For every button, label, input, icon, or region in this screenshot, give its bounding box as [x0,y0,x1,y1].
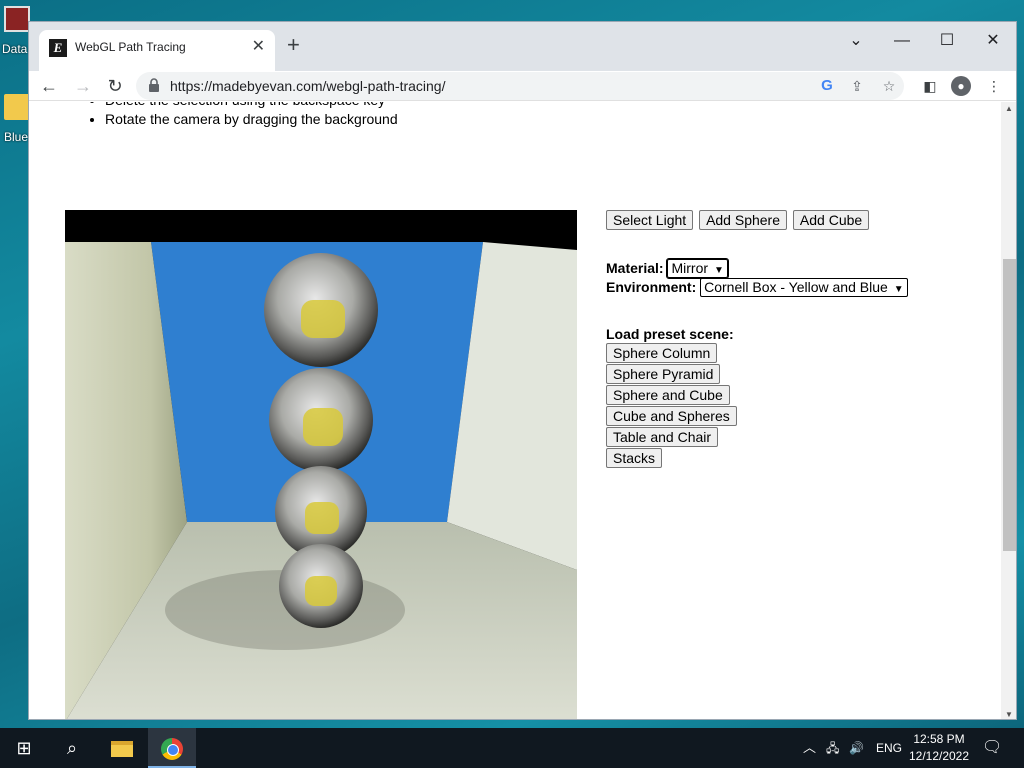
share-icon[interactable]: ⇪ [848,77,866,95]
material-label: Material: [606,260,664,276]
scrollbar-thumb[interactable] [1003,259,1016,551]
windows-start-icon[interactable]: ⊞ [0,728,48,768]
vertical-scrollbar[interactable]: ▲ ▼ [1001,102,1016,719]
list-item: Rotate the camera by dragging the backgr… [105,110,398,129]
clock-date: 12/12/2022 [908,749,970,763]
browser-toolbar: ← → ↻ https://madebyevan.com/webgl-path-… [29,71,1016,101]
address-bar[interactable]: https://madebyevan.com/webgl-path-tracin… [136,72,904,100]
preset-label: Load preset scene: [606,326,734,342]
back-button[interactable]: ← [37,74,61,98]
data-app-icon [4,6,30,32]
network-icon[interactable]: 🖧 [826,728,839,768]
material-row: Material: Mirror ▼ [606,258,986,279]
add-cube-button[interactable]: Add Cube [792,210,870,230]
add-sphere-button[interactable]: Add Sphere [699,210,788,230]
clock-time: 12:58 PM [913,732,965,746]
google-translate-icon[interactable]: G [818,77,836,95]
kebab-menu-icon[interactable]: ⋮ [984,76,1004,96]
controls-panel: Select Light Add Sphere Add Cube Materia… [606,210,986,468]
browser-tab[interactable]: E WebGL Path Tracing ✕ [39,30,275,71]
system-clock[interactable]: 12:58 PM 12/12/2022 [908,731,970,765]
environment-select[interactable]: Cornell Box - Yellow and Blue ▼ [700,278,908,297]
browser-window: E WebGL Path Tracing ✕ + ⌄ — ☐ ✕ ← → ↻ h… [28,21,1017,720]
material-select[interactable]: Mirror ▼ [666,258,729,279]
tab-title: WebGL Path Tracing [75,40,186,54]
material-value: Mirror [671,260,709,276]
chevron-down-icon: ▼ [893,284,904,295]
file-explorer-icon[interactable] [98,728,146,768]
profile-avatar-icon[interactable]: ● [951,76,971,96]
preset-stacks-button[interactable]: Stacks [606,448,663,468]
tab-close-icon[interactable]: ✕ [252,38,265,56]
maximize-button[interactable]: ☐ [932,28,962,54]
scene-toolbar: Select Light Add Sphere Add Cube [606,210,986,230]
new-tab-button[interactable]: + [287,34,300,56]
path-traced-scene [65,210,577,719]
instructions-list: Delete the selection using the backspace… [87,102,398,129]
show-hidden-icons-chevron-icon[interactable]: ︿ [803,728,816,768]
preset-table-and-chair-button[interactable]: Table and Chair [606,427,719,447]
list-item: Delete the selection using the backspace… [105,102,398,110]
preset-sphere-column-button[interactable]: Sphere Column [606,343,718,363]
forward-button[interactable]: → [71,74,95,98]
chevron-down-icon: ▼ [714,265,724,276]
reload-button[interactable]: ↻ [103,74,127,98]
bookmark-star-icon[interactable]: ☆ [880,77,898,95]
volume-icon[interactable]: 🔊 [849,728,864,768]
render-canvas[interactable] [65,210,577,719]
notifications-icon[interactable]: 🗨 [982,728,1002,768]
language-indicator[interactable]: ENG [876,728,902,768]
title-bar: E WebGL Path Tracing ✕ + ⌄ — ☐ ✕ [29,22,1016,71]
tab-search-chevron-icon[interactable]: ⌄ [841,28,871,54]
environment-row: Environment: Cornell Box - Yellow and Bl… [606,278,986,297]
preset-cube-and-spheres-button[interactable]: Cube and Spheres [606,406,737,426]
environment-label: Environment: [606,279,697,295]
close-window-button[interactable]: ✕ [978,28,1008,54]
desktop-icon-label: Blue [4,130,29,144]
chrome-taskbar-icon[interactable] [148,728,196,768]
preset-sphere-pyramid-button[interactable]: Sphere Pyramid [606,364,721,384]
select-light-button[interactable]: Select Light [606,210,694,230]
url-text[interactable]: https://madebyevan.com/webgl-path-tracin… [170,78,445,94]
site-favicon-icon: E [49,39,67,57]
page-content: Delete the selection using the backspace… [29,102,1001,719]
environment-value: Cornell Box - Yellow and Blue [704,279,888,295]
side-panel-icon[interactable]: ◧ [920,76,940,96]
taskbar: ⊞ ⌕ ︿ 🖧 🔊 ENG 12:58 PM 12/12/2022 🗨 [0,728,1024,768]
search-icon[interactable]: ⌕ [48,728,96,768]
folder-icon [4,94,30,120]
preset-sphere-and-cube-button[interactable]: Sphere and Cube [606,385,730,405]
preset-list: Sphere Column Sphere Pyramid Sphere and … [606,343,986,468]
desktop-icon-label: Data [2,42,28,56]
lock-icon [149,78,159,92]
minimize-button[interactable]: — [887,28,917,54]
scroll-up-arrow-icon[interactable]: ▲ [1005,104,1013,113]
scroll-down-arrow-icon[interactable]: ▼ [1005,710,1013,719]
